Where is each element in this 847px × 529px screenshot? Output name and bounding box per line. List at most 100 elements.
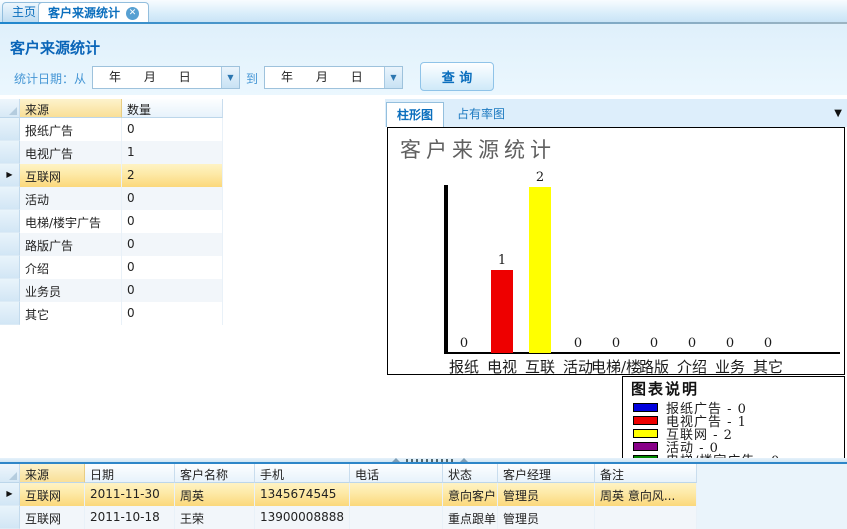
date-range-label: 统计日期：从 (14, 70, 86, 87)
table-cell: 意向客户 (443, 483, 498, 506)
column-header[interactable]: 来源 (20, 464, 85, 483)
column-header[interactable]: 客户经理 (498, 464, 595, 483)
grid-header-row: 来源数量 (0, 99, 223, 118)
row-selector-cell[interactable]: ▶ (0, 164, 20, 187)
row-selector-cell[interactable] (0, 302, 20, 325)
bar-chart: 客户来源统计 0报纸1电视2互联0活动0电梯/楼0路版0介绍0业务0其它 (387, 127, 845, 375)
legend-swatch (633, 442, 658, 451)
app-window: 主页 客户来源统计 ✕ 客户来源统计 统计日期：从 年 月 日 ▼ 到 年 月 … (0, 0, 847, 529)
legend-swatch (633, 429, 658, 438)
column-header[interactable]: 数量 (122, 99, 223, 118)
chart-legend: 图表说明 报纸广告 - 0电视广告 - 1互联网 - 2活动 - 0电梯/楼宇广… (622, 376, 845, 460)
bar-value-label: 2 (536, 170, 544, 185)
table-cell: 1 (122, 141, 223, 164)
x-axis-tick-label: 路版 (639, 356, 669, 377)
grid-corner-cell (0, 464, 20, 483)
table-row[interactable]: ▶互联网2011-11-30周英1345674545意向客户管理员周英 意向风.… (0, 483, 697, 506)
chart-title: 客户来源统计 (400, 134, 556, 164)
x-axis-tick-label: 活动 (563, 356, 593, 377)
table-row[interactable]: 报纸广告0 (0, 118, 223, 141)
bar-value-label: 0 (764, 336, 772, 351)
chart-bar (529, 187, 551, 353)
table-cell: 周英 意向风... (595, 483, 697, 506)
table-cell: 2011-11-30 (85, 483, 175, 506)
table-row[interactable]: ▶互联网2 (0, 164, 223, 187)
query-button[interactable]: 查 询 (420, 62, 494, 91)
x-axis-tick-label: 其它 (753, 356, 783, 377)
row-selector-cell[interactable] (0, 256, 20, 279)
tab-share-chart[interactable]: 占有率图 (447, 102, 515, 127)
row-selector-cell[interactable] (0, 187, 20, 210)
x-axis-tick-label: 报纸 (449, 356, 479, 377)
selected-row-arrow-icon: ▶ (6, 490, 12, 498)
column-header[interactable]: 客户名称 (175, 464, 255, 483)
bar-value-label: 0 (574, 336, 582, 351)
table-cell (350, 506, 443, 529)
date-to-dropdown-icon[interactable]: ▼ (384, 67, 402, 88)
table-cell: 互联网 (20, 506, 85, 529)
table-row[interactable]: 电视广告1 (0, 141, 223, 164)
column-header[interactable]: 备注 (595, 464, 697, 483)
table-cell: 路版广告 (20, 233, 122, 256)
row-selector-cell[interactable] (0, 118, 20, 141)
table-cell: 13900008888 (255, 506, 350, 529)
tab-close-icon[interactable]: ✕ (126, 7, 139, 20)
grid-corner-cell (0, 99, 20, 118)
x-axis-tick-label: 互联 (525, 356, 555, 377)
table-cell: 0 (122, 302, 223, 325)
column-header[interactable]: 来源 (20, 99, 122, 118)
table-row[interactable]: 业务员0 (0, 279, 223, 302)
table-cell: 0 (122, 256, 223, 279)
chart-options-dropdown-icon[interactable]: ▼ (834, 108, 842, 119)
table-cell: 互联网 (20, 483, 85, 506)
row-selector-cell[interactable] (0, 141, 20, 164)
row-selector-cell[interactable]: ▶ (0, 483, 20, 506)
bar-value-label: 0 (460, 336, 468, 351)
bar-value-label: 0 (612, 336, 620, 351)
splitter-collapse-icon[interactable] (460, 458, 468, 462)
x-axis-tick-label: 介绍 (677, 356, 707, 377)
chart-tab-strip: 柱形图 占有率图 ▼ (385, 99, 847, 127)
table-cell: 1345674545 (255, 483, 350, 506)
table-cell: 王荣 (175, 506, 255, 529)
bar-value-label: 0 (688, 336, 696, 351)
row-selector-cell[interactable] (0, 506, 20, 529)
row-selector-cell[interactable] (0, 233, 20, 256)
row-selector-cell[interactable] (0, 279, 20, 302)
to-label: 到 (246, 70, 258, 87)
table-row[interactable]: 互联网2011-10-18王荣13900008888重点跟单管理员 (0, 506, 697, 529)
table-cell: 电视广告 (20, 141, 122, 164)
table-row[interactable]: 活动0 (0, 187, 223, 210)
table-cell: 0 (122, 118, 223, 141)
date-to-input[interactable]: 年 月 日 ▼ (264, 66, 403, 89)
table-cell: 报纸广告 (20, 118, 122, 141)
grid-header-row: 来源日期客户名称手机电话状态客户经理备注 (0, 464, 697, 483)
legend-swatch (633, 416, 658, 425)
date-from-input[interactable]: 年 月 日 ▼ (92, 66, 240, 89)
column-header[interactable]: 日期 (85, 464, 175, 483)
table-cell: 0 (122, 210, 223, 233)
date-from-dropdown-icon[interactable]: ▼ (221, 67, 239, 88)
bar-value-label: 0 (650, 336, 658, 351)
table-cell: 介绍 (20, 256, 122, 279)
column-header[interactable]: 手机 (255, 464, 350, 483)
splitter-grip[interactable] (392, 458, 468, 462)
table-row[interactable]: 路版广告0 (0, 233, 223, 256)
table-cell: 管理员 (498, 483, 595, 506)
tab-customer-source-stats[interactable]: 客户来源统计 ✕ (38, 2, 149, 24)
column-header[interactable]: 电话 (350, 464, 443, 483)
chart-y-axis (444, 185, 448, 353)
tab-bar-chart[interactable]: 柱形图 (386, 102, 444, 127)
source-table: 来源数量报纸广告0电视广告1▶互联网2活动0电梯/楼宇广告0路版广告0介绍0业务… (0, 99, 223, 325)
bar-value-label: 0 (726, 336, 734, 351)
legend-swatch (633, 403, 658, 412)
date-from-value: 年 月 日 (93, 67, 221, 88)
column-header[interactable]: 状态 (443, 464, 498, 483)
table-row[interactable]: 电梯/楼宇广告0 (0, 210, 223, 233)
table-cell: 2 (122, 164, 223, 187)
table-cell (595, 506, 697, 529)
row-selector-cell[interactable] (0, 210, 20, 233)
table-row[interactable]: 介绍0 (0, 256, 223, 279)
splitter-collapse-icon[interactable] (392, 458, 400, 462)
table-row[interactable]: 其它0 (0, 302, 223, 325)
